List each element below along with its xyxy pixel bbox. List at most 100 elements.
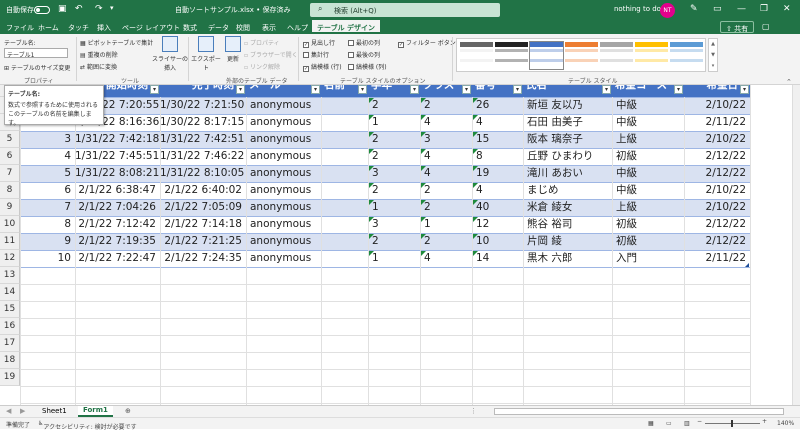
table-cell[interactable]: 1 [368,199,420,216]
open-browser-button[interactable]: ▫ ブラウザーで開く [244,50,298,59]
page-layout-view-icon[interactable]: ▭ [666,420,672,427]
horizontal-scrollbar[interactable] [494,408,784,415]
search-box[interactable]: ⌕ 検索 (Alt+Q) [310,3,500,17]
table-style-swatch[interactable] [670,42,703,69]
table-cell[interactable]: 上級 [612,131,684,148]
table-cell[interactable] [321,148,368,165]
table-cell[interactable]: 1 [420,216,472,233]
table-cell[interactable]: 5 [20,165,75,182]
sheet-tab-form1[interactable]: Form1 [78,406,113,417]
opt-first-column[interactable]: 最初の列 [348,38,380,47]
opt-total-row[interactable]: 集計行 [303,50,329,59]
minimize-icon[interactable]: — [737,4,746,14]
filter-dropdown-icon[interactable]: ▾ [358,85,367,94]
table-cell[interactable]: 8 [472,148,523,165]
table-cell[interactable]: 中級 [612,165,684,182]
row-header[interactable]: 13 [0,267,20,284]
properties-button[interactable]: ▫ プロパティ [244,38,280,47]
table-cell[interactable]: 3 [20,131,75,148]
zoom-out-icon[interactable]: − [697,418,702,425]
table-cell[interactable]: 中級 [612,114,684,131]
row-header[interactable]: 9 [0,199,20,216]
vertical-scrollbar[interactable] [792,85,800,405]
table-header-cell[interactable]: 完了時刻 ▾ [160,85,246,97]
row-header[interactable]: 11 [0,233,20,250]
tab-view[interactable]: 表示 [262,23,276,33]
table-cell[interactable]: 4 [472,182,523,199]
table-cell[interactable]: 2/12/22 [684,165,750,182]
table-cell[interactable] [321,165,368,182]
tab-page-layout[interactable]: ページ レイアウト [122,23,180,33]
table-cell[interactable]: 中級 [612,182,684,199]
table-cell[interactable]: 2/10/22 [684,199,750,216]
table-cell[interactable]: 2 [420,199,472,216]
table-cell[interactable]: 石田 由美子 [523,114,612,131]
table-cell[interactable]: anonymous [246,97,321,114]
unlink-button[interactable]: ▫ リンク解除 [244,62,280,71]
table-style-swatch[interactable] [460,42,493,69]
refresh-button[interactable]: 更新 [222,36,244,63]
table-cell[interactable]: 14 [472,250,523,267]
page-break-view-icon[interactable]: ▥ [684,420,690,427]
table-header-cell[interactable]: 名前 ▾ [321,85,368,97]
table-cell[interactable]: 初級 [612,233,684,250]
row-header[interactable]: 6 [0,148,20,165]
table-cell[interactable]: 2/11/22 [684,250,750,267]
remove-duplicates-button[interactable]: ▤ 重複の削除 [80,50,118,59]
insert-slicer-button[interactable]: スライサーの挿入 [152,36,188,72]
add-sheet-icon[interactable]: ⊕ [125,407,131,415]
table-cell[interactable]: 2/10/22 [684,131,750,148]
row-header[interactable]: 17 [0,335,20,352]
table-style-swatch[interactable] [600,42,633,69]
row-header[interactable]: 10 [0,216,20,233]
table-cell[interactable]: 2/12/22 [684,216,750,233]
undo-icon[interactable]: ↶ [75,4,83,14]
share-button[interactable]: ⇧ 共有 [720,21,755,33]
close-icon[interactable]: ✕ [783,4,791,14]
table-cell[interactable]: 4 [420,148,472,165]
customize-qat-icon[interactable]: ▾ [110,4,114,12]
table-cell[interactable]: 熊谷 裕司 [523,216,612,233]
table-cell[interactable]: 2/1/22 7:21:25 [160,233,246,250]
table-header-cell[interactable]: 希望日 ▾ [684,85,750,97]
table-cell[interactable]: まじめ [523,182,612,199]
filter-dropdown-icon[interactable]: ▾ [674,85,683,94]
table-cell[interactable]: 2/10/22 [684,97,750,114]
table-cell[interactable]: 1/30/22 8:17:15 [160,114,246,131]
filter-dropdown-icon[interactable]: ▾ [740,85,749,94]
row-header[interactable]: 18 [0,352,20,369]
next-sheet-icon[interactable]: ▶ [20,407,25,415]
table-cell[interactable]: 3 [368,216,420,233]
table-cell[interactable]: 初級 [612,148,684,165]
table-cell[interactable]: 4 [420,250,472,267]
table-cell[interactable] [321,250,368,267]
table-cell[interactable]: 阪本 璃奈子 [523,131,612,148]
tab-help[interactable]: ヘルプ [287,23,308,33]
normal-view-icon[interactable]: ▦ [648,420,654,427]
opt-header-row[interactable]: ✓ 見出し行 [303,38,335,48]
table-cell[interactable]: 2 [368,148,420,165]
row-header[interactable]: 19 [0,369,20,386]
table-style-swatch[interactable] [495,42,528,69]
table-cell[interactable]: 1/31/22 7:42:18 [75,131,160,148]
table-cell[interactable] [321,131,368,148]
table-header-cell[interactable]: クラス ▾ [420,85,472,97]
table-cell[interactable]: 2/1/22 6:38:47 [75,182,160,199]
row-header[interactable]: 5 [0,131,20,148]
save-icon[interactable]: ▣ [58,4,67,14]
table-cell[interactable]: 9 [20,233,75,250]
table-cell[interactable]: 2 [420,233,472,250]
table-cell[interactable]: 3 [420,131,472,148]
table-style-swatch[interactable] [565,42,598,69]
table-cell[interactable] [321,199,368,216]
table-cell[interactable]: 2/1/22 7:22:47 [75,250,160,267]
table-header-cell[interactable]: 番号 ▾ [472,85,523,97]
filter-dropdown-icon[interactable]: ▾ [150,85,159,94]
gallery-scroll[interactable]: ▲ ▼ ▾ [708,38,718,72]
opt-last-column[interactable]: 最後の列 [348,50,380,59]
table-cell[interactable] [321,216,368,233]
user-name[interactable]: nothing to do [614,5,661,13]
table-cell[interactable]: anonymous [246,114,321,131]
row-header[interactable]: 12 [0,250,20,267]
autosave-toggle[interactable] [34,6,50,14]
